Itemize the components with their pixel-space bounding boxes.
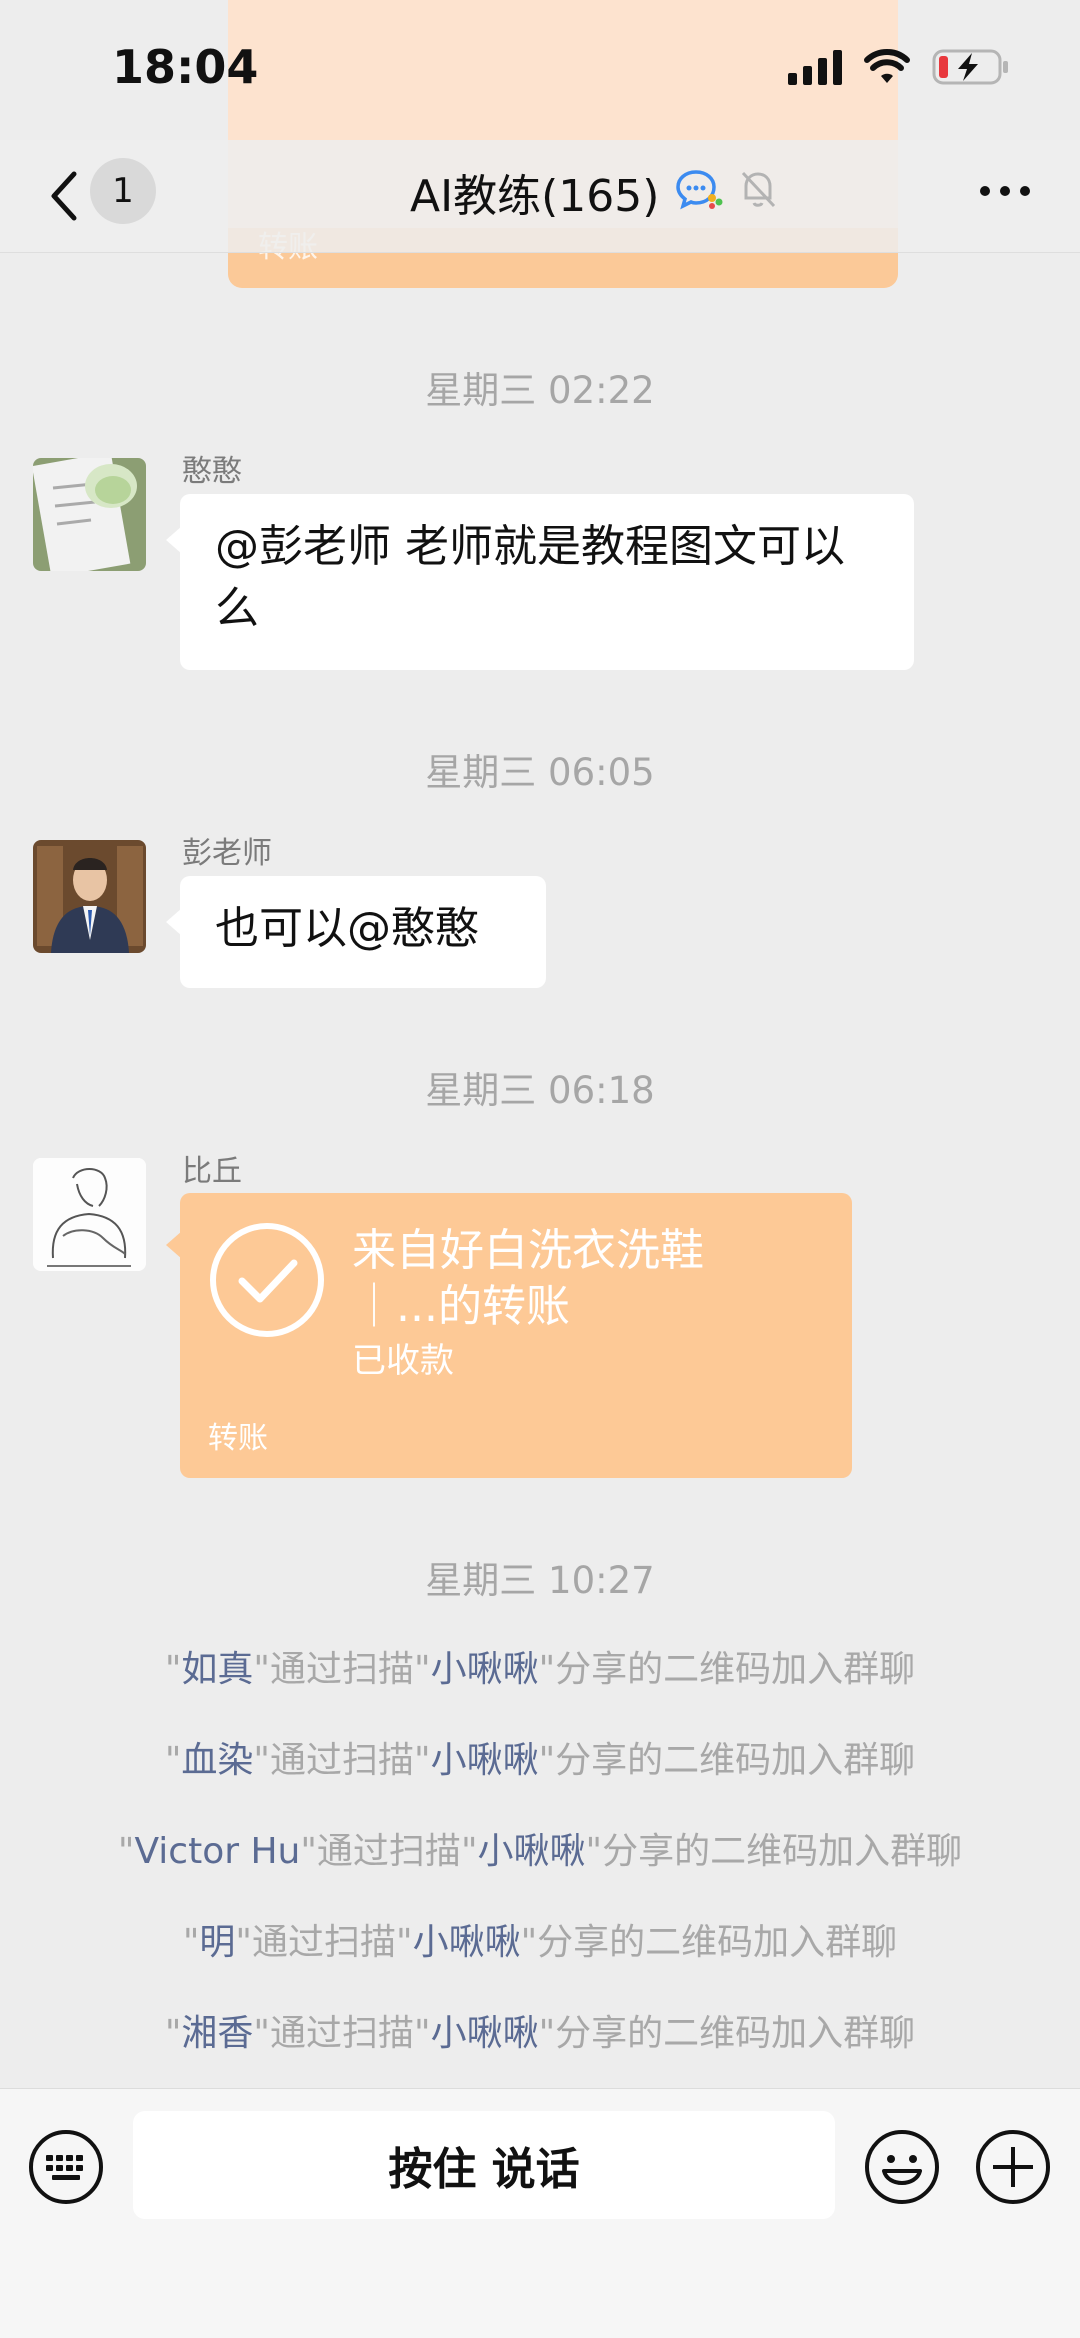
- join-notice: "如真"通过扫描"小啾啾"分享的二维码加入群聊: [164, 1649, 916, 1690]
- transfer-card[interactable]: 来自好白洗衣洗鞋｜...的转账 已收款 转账: [166, 1193, 852, 1478]
- sender-name: 憨憨: [182, 454, 242, 489]
- join-notice: "血染"通过扫描"小啾啾"分享的二维码加入群聊: [164, 1740, 916, 1781]
- transfer-status: 已收款: [352, 1341, 454, 1381]
- member-name[interactable]: Victor Hu: [134, 1831, 300, 1872]
- member-name[interactable]: 明: [199, 1922, 235, 1963]
- wifi-icon: [864, 49, 910, 83]
- system-timestamp: 星期三 10:27: [425, 1559, 655, 1602]
- join-notice: "湘香"通过扫描"小啾啾"分享的二维码加入群聊: [164, 2013, 916, 2054]
- back-chevron-icon[interactable]: [38, 166, 98, 226]
- message-bubble[interactable]: 也可以@憨憨: [166, 876, 546, 988]
- mute-bell-icon: [741, 171, 776, 208]
- enterprise-chat-icon: [676, 170, 723, 210]
- received-check-icon: [210, 1223, 324, 1337]
- avatar[interactable]: [33, 458, 146, 571]
- sender-name: 彭老师: [182, 836, 272, 871]
- message-timestamp: 星期三 06:18: [425, 1069, 655, 1112]
- cellular-signal-icon: [788, 49, 842, 85]
- member-name[interactable]: 血染: [181, 1740, 253, 1781]
- status-time: 18:04: [112, 40, 259, 94]
- transfer-title: 来自好白洗衣洗鞋｜...的转账: [352, 1225, 704, 1332]
- message-timestamp: 星期三 06:05: [425, 751, 655, 794]
- message-timestamp: 星期三 02:22: [425, 369, 655, 412]
- message-bubble[interactable]: @彭老师 老师就是教程图文可以么: [166, 494, 914, 670]
- inviter-name[interactable]: 小啾啾: [431, 1740, 539, 1781]
- battery-charging-icon: [932, 49, 1008, 85]
- input-bar: 按住 说话: [0, 2088, 1080, 2338]
- member-name[interactable]: 湘香: [181, 2013, 253, 2054]
- inviter-name[interactable]: 小啾啾: [478, 1831, 586, 1872]
- keyboard-icon[interactable]: [28, 2129, 104, 2205]
- join-notice: "明"通过扫描"小啾啾"分享的二维码加入群聊: [182, 1922, 898, 1963]
- join-notice: "Victor Hu"通过扫描"小啾啾"分享的二维码加入群聊: [117, 1831, 963, 1872]
- avatar[interactable]: [33, 840, 146, 953]
- transfer-label: 转账: [208, 1421, 268, 1456]
- unread-count-badge[interactable]: 1: [90, 158, 156, 224]
- avatar[interactable]: [33, 1158, 146, 1271]
- member-name[interactable]: 如真: [181, 1649, 253, 1690]
- more-options-icon[interactable]: [980, 186, 1030, 196]
- inviter-name[interactable]: 小啾啾: [413, 1922, 521, 1963]
- hold-to-talk-button[interactable]: 按住 说话: [133, 2111, 835, 2219]
- emoji-icon[interactable]: [864, 2129, 940, 2205]
- chat-title[interactable]: AI教练(165): [410, 160, 659, 224]
- inviter-name[interactable]: 小啾啾: [431, 1649, 539, 1690]
- inviter-name[interactable]: 小啾啾: [431, 2013, 539, 2054]
- status-bar: 18:04: [0, 0, 1080, 140]
- add-icon[interactable]: [975, 2129, 1051, 2205]
- sender-name: 比丘: [182, 1154, 242, 1189]
